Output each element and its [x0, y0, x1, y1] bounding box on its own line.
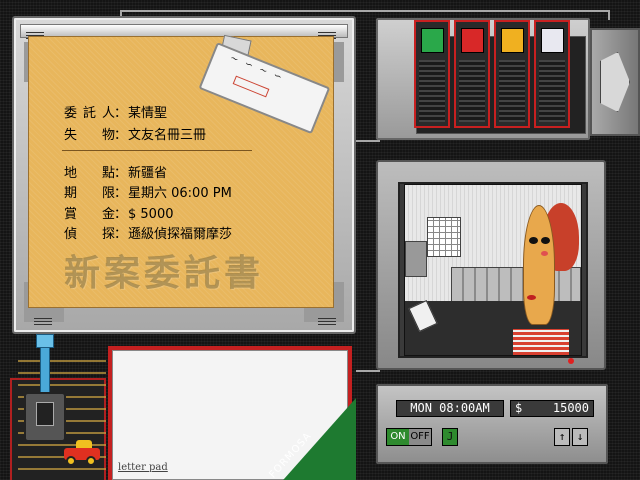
suspect-card-white[interactable]	[534, 20, 570, 128]
card-ridges	[499, 60, 525, 122]
field-detective: 偵 探：遜級偵探福爾摩莎	[64, 223, 232, 242]
wire	[356, 140, 380, 142]
wire	[120, 10, 610, 12]
character-cheek	[541, 251, 548, 256]
wire	[608, 10, 610, 20]
board-grip	[34, 316, 52, 325]
suspect-card-green[interactable]	[414, 20, 450, 128]
field-reward: 賞 金：$ 5000	[64, 203, 174, 222]
cabinet	[405, 241, 427, 277]
letter-pad-label: letter pad	[118, 462, 168, 473]
car-wheel	[66, 456, 76, 466]
toy-car-icon[interactable]	[64, 440, 100, 466]
status-panel	[376, 384, 608, 464]
power-off-label: OFF	[409, 429, 431, 445]
card-ridges	[459, 60, 485, 122]
suspect-card-red[interactable]	[454, 20, 490, 128]
divider	[62, 150, 252, 151]
money-display: $ 15000	[510, 400, 594, 417]
field-value: 文友名冊三冊	[128, 128, 207, 143]
field-label: 失 物	[64, 128, 122, 143]
money-value: 15000	[552, 401, 589, 415]
field-client: 委託人：某情聖	[64, 102, 167, 121]
field-value: 遜級偵探福爾摩莎	[128, 227, 233, 242]
power-led-icon	[568, 358, 574, 364]
board-grip	[318, 316, 336, 325]
phone-device-icon[interactable]	[24, 392, 66, 442]
field-label: 地 點	[64, 166, 122, 181]
card-ridges	[419, 60, 445, 122]
character-shirt	[513, 329, 569, 355]
suspect-face-icon	[421, 28, 444, 53]
currency-symbol: $	[515, 401, 523, 415]
field-deadline: 期 限：星期六 06:00 PM	[64, 182, 232, 201]
field-value: 星期六 06:00 PM	[128, 186, 232, 201]
character-lips	[527, 295, 536, 300]
field-value: 某情聖	[128, 106, 168, 121]
key-head-icon	[36, 334, 54, 348]
field-label: 偵 探	[64, 227, 122, 242]
field-label: 期 限	[64, 186, 122, 201]
suspect-face-icon	[541, 28, 564, 53]
case-title-stamp: 新案委託書	[64, 252, 265, 294]
sunglasses-icon	[529, 237, 551, 245]
field-value: $ 5000	[128, 207, 174, 222]
suspect-card-yellow[interactable]	[494, 20, 530, 128]
calendar-icon	[427, 217, 461, 257]
device-screen	[36, 402, 54, 426]
down-arrow-button[interactable]: ↓	[572, 428, 588, 446]
wire	[356, 370, 380, 372]
suspect-face-icon	[461, 28, 484, 53]
clock-display: MON 08:00AM	[396, 400, 504, 417]
video-feed	[404, 184, 582, 356]
side-clamp[interactable]	[590, 28, 640, 136]
j-button[interactable]: J	[442, 428, 458, 446]
field-location: 地 點：新疆省	[64, 162, 167, 181]
power-toggle[interactable]: ON OFF	[386, 428, 432, 446]
clamp-arrow-icon	[600, 52, 630, 112]
field-label: 委託人	[64, 106, 122, 121]
card-ridges	[539, 60, 565, 122]
field-label: 賞 金	[64, 207, 122, 222]
game-screen: 委託人：某情聖 失 物：文友名冊三冊 地 點：新疆省 期 限：星期六 06:00…	[0, 0, 640, 480]
field-value: 新疆省	[128, 166, 168, 181]
suspect-face-icon	[501, 28, 524, 53]
power-on-label: ON	[387, 429, 409, 445]
car-wheel	[86, 456, 96, 466]
character-head	[523, 205, 555, 325]
field-lost-item: 失 物：文友名冊三冊	[64, 124, 206, 143]
up-arrow-button[interactable]: ↑	[554, 428, 570, 446]
